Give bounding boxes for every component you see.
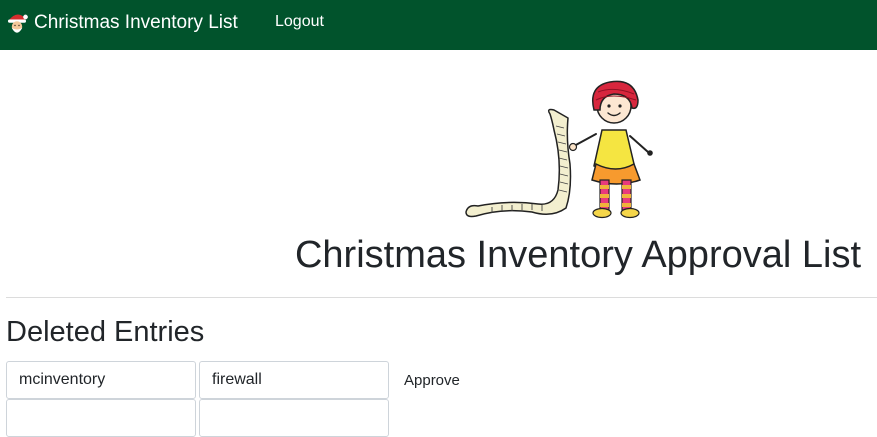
entry-user-field[interactable] <box>6 399 196 437</box>
approve-link[interactable]: Approve <box>404 372 460 389</box>
brand-link[interactable]: Christmas Inventory List <box>6 9 238 37</box>
santa-face-icon <box>8 14 28 33</box>
logout-link[interactable]: Logout <box>275 13 324 31</box>
entry-item-field[interactable] <box>199 399 389 437</box>
section-divider <box>6 297 877 298</box>
page-title: Christmas Inventory Approval List <box>294 234 861 276</box>
brand-title: Christmas Inventory List <box>34 12 238 33</box>
deleted-entries-heading: Deleted Entries <box>6 316 205 348</box>
entry-user-field[interactable] <box>6 361 196 399</box>
entry-item-field[interactable] <box>199 361 389 399</box>
top-navbar: Christmas Inventory List Logout <box>0 0 877 50</box>
elf-with-scroll-list-illustration <box>465 80 653 219</box>
